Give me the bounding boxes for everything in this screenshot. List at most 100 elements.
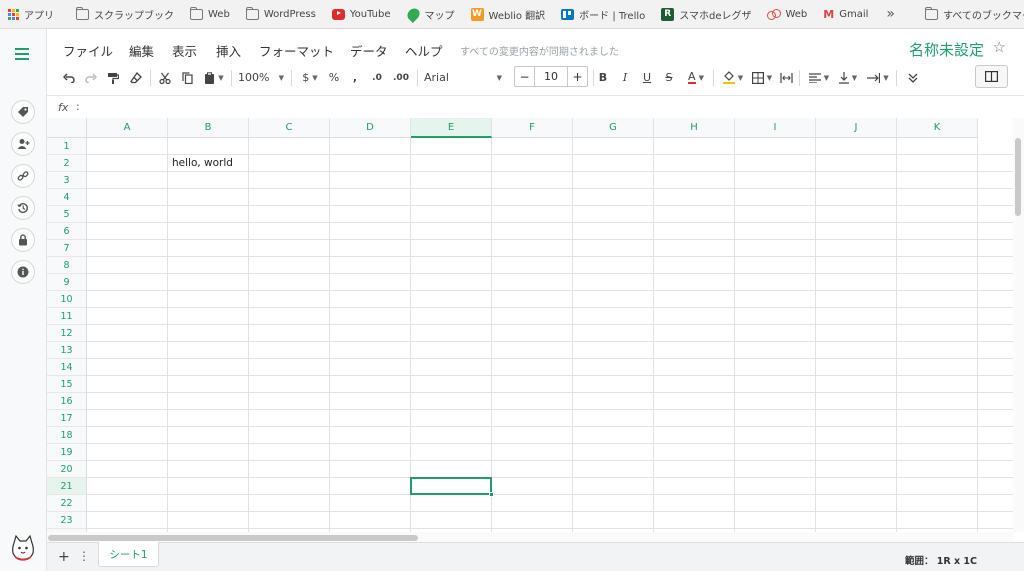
select-all-corner[interactable] bbox=[47, 118, 87, 138]
column-header[interactable]: K bbox=[897, 118, 978, 138]
row-header[interactable]: 9 bbox=[47, 274, 87, 291]
merge-cells-icon[interactable] bbox=[778, 68, 794, 87]
row-header[interactable]: 22 bbox=[47, 495, 87, 512]
underline-button[interactable]: U bbox=[640, 68, 654, 87]
bookmark-wordpress[interactable]: WordPress bbox=[238, 6, 324, 20]
row-header[interactable]: 12 bbox=[47, 325, 87, 342]
clear-format-icon[interactable] bbox=[128, 68, 144, 87]
row-header[interactable]: 4 bbox=[47, 189, 87, 206]
row-header[interactable]: 10 bbox=[47, 291, 87, 308]
row-header[interactable]: 19 bbox=[47, 444, 87, 461]
bold-button[interactable]: B bbox=[596, 68, 610, 87]
menu-file[interactable]: ファイル bbox=[63, 41, 113, 60]
row-header[interactable]: 20 bbox=[47, 461, 87, 478]
menu-format[interactable]: フォーマット bbox=[259, 41, 334, 60]
row-header[interactable]: 8 bbox=[47, 257, 87, 274]
strikethrough-button[interactable]: S bbox=[662, 68, 676, 87]
paste-icon[interactable]: ▼ bbox=[202, 68, 226, 87]
column-header[interactable]: G bbox=[573, 118, 654, 138]
font-select[interactable]: Arial ▼ bbox=[424, 68, 502, 87]
row-header[interactable]: 17 bbox=[47, 410, 87, 427]
bookmark-web[interactable]: Web bbox=[759, 8, 815, 20]
column-header[interactable]: A bbox=[87, 118, 168, 138]
add-user-icon[interactable] bbox=[11, 132, 35, 156]
bookmark-trello[interactable]: ボード | Trello bbox=[553, 7, 653, 22]
lock-icon[interactable] bbox=[11, 228, 35, 252]
copy-icon[interactable] bbox=[179, 68, 195, 87]
undo-icon[interactable] bbox=[61, 68, 77, 87]
column-header[interactable]: H bbox=[654, 118, 735, 138]
mascot-icon[interactable] bbox=[10, 534, 36, 562]
more-tools-chevron-icon[interactable] bbox=[905, 68, 921, 87]
history-icon[interactable] bbox=[11, 196, 35, 220]
comma-format-button[interactable]: , bbox=[349, 68, 361, 87]
bookmark-scrapbook[interactable]: スクラップブック bbox=[68, 6, 182, 22]
menu-help[interactable]: ヘルプ bbox=[405, 41, 443, 60]
horizontal-scroll-thumb[interactable] bbox=[48, 535, 418, 541]
increase-decimal-button[interactable]: .00 bbox=[390, 68, 412, 87]
link-icon[interactable] bbox=[11, 164, 35, 188]
row-header[interactable]: 13 bbox=[47, 342, 87, 359]
redo-icon[interactable] bbox=[83, 68, 99, 87]
hamburger-menu-icon[interactable] bbox=[15, 48, 29, 63]
side-panel-icon[interactable] bbox=[975, 65, 1008, 88]
menu-view[interactable]: 表示 bbox=[172, 41, 197, 60]
row-header[interactable]: 21 bbox=[47, 478, 87, 495]
menu-edit[interactable]: 編集 bbox=[129, 41, 154, 60]
row-header[interactable]: 16 bbox=[47, 393, 87, 410]
bookmark-web-folder[interactable]: Web bbox=[182, 6, 238, 20]
row-header[interactable]: 18 bbox=[47, 427, 87, 444]
italic-button[interactable]: I bbox=[618, 68, 632, 87]
bookmark-all[interactable]: すべてのブックマーク bbox=[917, 6, 1024, 22]
tag-icon[interactable] bbox=[11, 100, 35, 124]
vertical-align-icon[interactable]: ▼ bbox=[836, 68, 860, 87]
fill-handle[interactable] bbox=[489, 492, 494, 497]
font-size-increase-button[interactable]: + bbox=[567, 67, 587, 86]
horizontal-scrollbar[interactable] bbox=[47, 532, 1013, 542]
bookmark-apps[interactable]: アプリ bbox=[0, 7, 62, 22]
column-header[interactable]: D bbox=[330, 118, 411, 138]
zoom-select[interactable]: 100% ▼ bbox=[238, 68, 284, 87]
bookmarks-more-button[interactable]: » bbox=[876, 6, 905, 22]
cut-icon[interactable] bbox=[157, 68, 173, 87]
bookmark-youtube[interactable]: YouTube bbox=[324, 8, 399, 20]
horizontal-align-icon[interactable]: ▼ bbox=[807, 68, 831, 87]
menu-insert[interactable]: 挿入 bbox=[216, 41, 241, 60]
column-header[interactable]: J bbox=[816, 118, 897, 138]
vertical-scrollbar[interactable] bbox=[1013, 118, 1024, 532]
row-header[interactable]: 1 bbox=[47, 138, 87, 155]
star-icon[interactable]: ☆ bbox=[993, 38, 1006, 56]
bookmark-weblio[interactable]: W Weblio 翻訳 bbox=[463, 7, 554, 22]
sheet-tab[interactable]: シート1 bbox=[98, 542, 159, 567]
paint-format-icon[interactable] bbox=[105, 68, 121, 87]
menu-data[interactable]: データ bbox=[350, 41, 388, 60]
spreadsheet-grid[interactable]: A B C D E F G H I J K 1 2 3 4 5 6 7 8 9 10 11 12 13 14 15 16 17 18 19… bbox=[47, 118, 1013, 532]
row-header[interactable]: 11 bbox=[47, 308, 87, 325]
selected-cell[interactable] bbox=[410, 477, 492, 495]
column-header[interactable]: F bbox=[492, 118, 573, 138]
row-header[interactable]: 5 bbox=[47, 206, 87, 223]
bookmark-maps[interactable]: マップ bbox=[399, 5, 463, 23]
percent-format-button[interactable]: % bbox=[327, 68, 341, 87]
column-header[interactable]: I bbox=[735, 118, 816, 138]
row-header[interactable]: 7 bbox=[47, 240, 87, 257]
add-sheet-button[interactable]: + bbox=[58, 549, 70, 565]
sheet-list-menu-icon[interactable]: ⋮ bbox=[78, 549, 90, 563]
row-header[interactable]: 2 bbox=[47, 155, 87, 172]
decrease-decimal-button[interactable]: .0 bbox=[368, 68, 386, 87]
bookmark-regza[interactable]: R スマホdeレグザ bbox=[653, 7, 759, 22]
row-header[interactable]: 15 bbox=[47, 376, 87, 393]
bookmark-gmail[interactable]: M Gmail bbox=[815, 8, 876, 21]
column-header[interactable]: C bbox=[249, 118, 330, 138]
row-header[interactable]: 23 bbox=[47, 512, 87, 529]
font-size-decrease-button[interactable]: − bbox=[515, 67, 535, 86]
formula-bar[interactable]: fx : bbox=[47, 95, 1024, 118]
fill-color-icon[interactable]: ▼ bbox=[721, 68, 745, 87]
row-header[interactable]: 3 bbox=[47, 172, 87, 189]
borders-icon[interactable]: ▼ bbox=[750, 68, 774, 87]
info-icon[interactable] bbox=[11, 260, 35, 284]
font-size-input[interactable]: 10 bbox=[535, 67, 567, 86]
column-header[interactable]: E bbox=[411, 118, 492, 138]
row-header[interactable]: 6 bbox=[47, 223, 87, 240]
currency-format-button[interactable]: $ ▼ bbox=[299, 68, 321, 87]
